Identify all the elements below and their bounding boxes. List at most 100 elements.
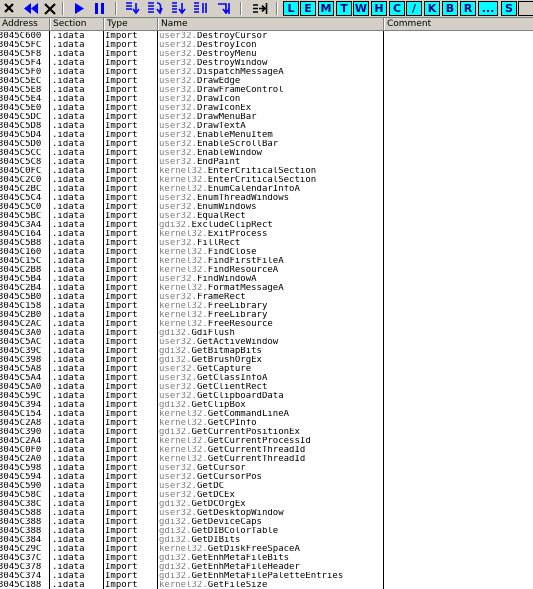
table-row[interactable]: 3045C3A0 .idata Import gdi32.GdiFlush bbox=[0, 329, 533, 338]
table-row[interactable]: 3045C188 .idata Import kernel32.GetFileSize bbox=[0, 581, 533, 589]
table-row[interactable]: 3045C154 .idata Import kernel32.GetCommandL… bbox=[0, 410, 533, 419]
table-row[interactable]: 3045C5D4 .idata Import user32.EnableMenuIte… bbox=[0, 131, 533, 140]
table-row[interactable]: 3045C594 .idata Import user32.GetCursorPos bbox=[0, 473, 533, 482]
table-row[interactable]: 3045C5F8 .idata Import user32.DestroyMenu bbox=[0, 50, 533, 59]
table-row[interactable]: 3045C5E0 .idata Import user32.DrawIconEx bbox=[0, 104, 533, 113]
table-row[interactable]: 3045C394 .idata Import gdi32.GetClipBox bbox=[0, 401, 533, 410]
log-window-button[interactable]: L bbox=[283, 1, 299, 16]
table-row[interactable]: 3045C2B8 .idata Import kernel32.FindResourc… bbox=[0, 266, 533, 275]
close-icon[interactable] bbox=[2, 1, 16, 16]
step-over-icon[interactable] bbox=[146, 1, 164, 16]
column-header-name[interactable]: Name bbox=[158, 18, 384, 30]
table-row[interactable]: 3045C598 .idata Import user32.GetCursor bbox=[0, 464, 533, 473]
table-row[interactable]: 3045C0F0 .idata Import kernel32.GetCurrentT… bbox=[0, 446, 533, 455]
table-row[interactable]: 3045C164 .idata Import kernel32.ExitProcess bbox=[0, 230, 533, 239]
table-row[interactable]: 3045C5FC .idata Import user32.DestroyIcon bbox=[0, 41, 533, 50]
call-stack-button[interactable]: K bbox=[424, 1, 440, 16]
table-row[interactable]: 3045C5A8 .idata Import user32.GetCapture bbox=[0, 365, 533, 374]
table-row[interactable]: 3045C374 .idata Import gdi32.GetEnhMetaFile… bbox=[0, 572, 533, 581]
table-row[interactable]: 3045C398 .idata Import gdi32.GetBrushOrgEx bbox=[0, 356, 533, 365]
pause-icon[interactable] bbox=[92, 1, 108, 16]
handles-button[interactable]: H bbox=[371, 1, 387, 16]
table-row[interactable]: 3045C5B4 .idata Import user32.FindWindowA bbox=[0, 275, 533, 284]
table-row[interactable]: 3045C160 .idata Import kernel32.FindClose bbox=[0, 248, 533, 257]
function-name: GetDiskFreeSpaceA bbox=[207, 545, 300, 554]
table-row[interactable]: 3045C5DC .idata Import user32.DrawMenuBar bbox=[0, 113, 533, 122]
table-row[interactable]: 3045C5B0 .idata Import user32.FrameRect bbox=[0, 293, 533, 302]
table-row[interactable]: 3045C2A8 .idata Import kernel32.GetCPInfo bbox=[0, 419, 533, 428]
references-button[interactable]: R bbox=[460, 1, 476, 16]
module-name: gdi32. bbox=[159, 401, 192, 410]
table-row[interactable]: 3045C588 .idata Import user32.GetDesktopWin… bbox=[0, 509, 533, 518]
table-row[interactable]: 3045C5D8 .idata Import user32.DrawTextA bbox=[0, 122, 533, 131]
module-name: gdi32. bbox=[159, 536, 192, 545]
threads-button[interactable]: T bbox=[336, 1, 352, 16]
step-into-icon[interactable] bbox=[124, 1, 142, 16]
table-row[interactable]: 3045C5E8 .idata Import user32.DrawFrameCont… bbox=[0, 86, 533, 95]
table-row[interactable]: 3045C5E4 .idata Import user32.DrawIcon bbox=[0, 95, 533, 104]
rewind-icon[interactable] bbox=[22, 1, 40, 16]
column-header-section[interactable]: Section bbox=[50, 18, 104, 30]
memory-map-button[interactable]: M bbox=[318, 1, 334, 16]
table-row[interactable]: 3045C5D0 .idata Import user32.EnableScrollB… bbox=[0, 140, 533, 149]
table-row[interactable]: 3045C29C .idata Import kernel32.GetDiskFree… bbox=[0, 545, 533, 554]
column-header-comment[interactable]: Comment bbox=[384, 18, 533, 30]
type-cell: Import bbox=[105, 491, 138, 500]
table-row[interactable]: 3045C2BC .idata Import kernel32.EnumCalenda… bbox=[0, 185, 533, 194]
executable-modules-button[interactable]: E bbox=[300, 1, 316, 16]
name-cell: user32.EqualRect bbox=[159, 212, 383, 221]
table-row[interactable]: 3045C388 .idata Import gdi32.GetDIBColorTab… bbox=[0, 527, 533, 536]
table-row[interactable]: 3045C378 .idata Import gdi32.GetEnhMetaFile… bbox=[0, 563, 533, 572]
table-row[interactable]: 3045C5C4 .idata Import user32.EnumThreadWin… bbox=[0, 194, 533, 203]
table-row[interactable]: 3045C5A4 .idata Import user32.GetClassInfoA bbox=[0, 374, 533, 383]
table-row[interactable]: 3045C590 .idata Import user32.GetDC bbox=[0, 482, 533, 491]
column-header-address[interactable]: Address bbox=[0, 18, 50, 30]
table-row[interactable]: 3045C0FC .idata Import kernel32.EnterCritic… bbox=[0, 167, 533, 176]
table-row[interactable]: 3045C5B8 .idata Import user32.FillRect bbox=[0, 239, 533, 248]
name-cell: user32.DrawIconEx bbox=[159, 104, 383, 113]
table-row[interactable]: 3045C2AC .idata Import kernel32.FreeResourc… bbox=[0, 320, 533, 329]
go-to-address-icon[interactable] bbox=[251, 1, 269, 16]
module-name: user32. bbox=[159, 212, 197, 221]
table-row[interactable]: 3045C390 .idata Import gdi32.GetCurrentPosi… bbox=[0, 428, 533, 437]
table-row[interactable]: 3045C5C0 .idata Import user32.EnumWindows bbox=[0, 203, 533, 212]
column-header-type[interactable]: Type bbox=[104, 18, 158, 30]
stop-icon[interactable] bbox=[41, 1, 59, 16]
patches-button[interactable]: / bbox=[406, 1, 422, 16]
table-row[interactable]: 3045C39C .idata Import gdi32.GetBitmapBits bbox=[0, 347, 533, 356]
table-row[interactable]: 3045C58C .idata Import user32.GetDCEx bbox=[0, 491, 533, 500]
table-row[interactable]: 3045C5BC .idata Import user32.EqualRect bbox=[0, 212, 533, 221]
trace-into-icon[interactable] bbox=[169, 1, 187, 16]
table-row[interactable]: 3045C2B0 .idata Import kernel32.FreeLibrary bbox=[0, 311, 533, 320]
table-row[interactable]: 3045C158 .idata Import kernel32.FreeLibrary bbox=[0, 302, 533, 311]
table-row[interactable]: 3045C5A0 .idata Import user32.GetClientRect bbox=[0, 383, 533, 392]
execute-till-return-icon[interactable] bbox=[215, 1, 233, 16]
trace-over-icon[interactable] bbox=[191, 1, 209, 16]
table-row[interactable]: 3045C5AC .idata Import user32.GetActiveWind… bbox=[0, 338, 533, 347]
table-row[interactable]: 3045C38C .idata Import gdi32.GetDCOrgEx bbox=[0, 500, 533, 509]
table-row[interactable]: 3045C59C .idata Import user32.GetClipboardD… bbox=[0, 392, 533, 401]
table-row[interactable]: 3045C2B4 .idata Import kernel32.FormatMessa… bbox=[0, 284, 533, 293]
table-row[interactable]: 3045C15C .idata Import kernel32.FindFirstFi… bbox=[0, 257, 533, 266]
breakpoints-button[interactable]: B bbox=[442, 1, 458, 16]
type-cell: Import bbox=[105, 347, 138, 356]
names-table[interactable]: 3045C600 .idata Import user32.DestroyCursor… bbox=[0, 31, 533, 589]
run-trace-button[interactable]: ... bbox=[478, 1, 498, 16]
table-row[interactable]: 3045C384 .idata Import gdi32.GetDIBits bbox=[0, 536, 533, 545]
table-row[interactable]: 3045C5EC .idata Import user32.DrawEdge bbox=[0, 77, 533, 86]
table-row[interactable]: 3045C5C8 .idata Import user32.EndPaint bbox=[0, 158, 533, 167]
table-row[interactable]: 3045C2A4 .idata Import kernel32.GetCurrentP… bbox=[0, 437, 533, 446]
table-row[interactable]: 3045C2A0 .idata Import kernel32.GetCurrentT… bbox=[0, 455, 533, 464]
cpu-button[interactable]: C bbox=[389, 1, 405, 16]
table-row[interactable]: 3045C388 .idata Import gdi32.GetDeviceCaps bbox=[0, 518, 533, 527]
table-row[interactable]: 3045C5F0 .idata Import user32.DispatchMessa… bbox=[0, 68, 533, 77]
table-row[interactable]: 3045C5F4 .idata Import user32.DestroyWindow bbox=[0, 59, 533, 68]
table-row[interactable]: 3045C2C0 .idata Import kernel32.EnterCritic… bbox=[0, 176, 533, 185]
table-row[interactable]: 3045C600 .idata Import user32.DestroyCursor bbox=[0, 32, 533, 41]
source-button[interactable]: S bbox=[501, 1, 517, 16]
table-row[interactable]: 3045C37C .idata Import gdi32.GetEnhMetaFile… bbox=[0, 554, 533, 563]
windows-button[interactable]: W bbox=[353, 1, 369, 16]
table-row[interactable]: 3045C3A4 .idata Import gdi32.ExcludeClipRec… bbox=[0, 221, 533, 230]
run-icon[interactable] bbox=[72, 1, 86, 16]
table-row[interactable]: 3045C5CC .idata Import user32.EnableWindow bbox=[0, 149, 533, 158]
